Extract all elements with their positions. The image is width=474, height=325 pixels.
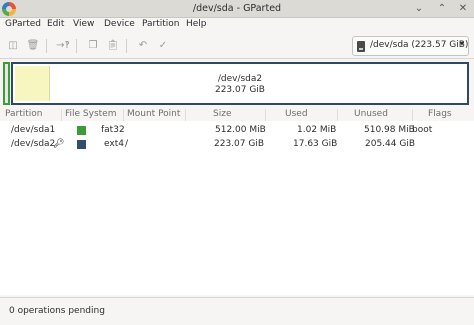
menu-device[interactable]: Device [104,19,135,29]
menu-view[interactable]: View [73,19,94,29]
used-cell: 17.63 GiB [293,139,338,149]
toolbar-separator [46,39,47,53]
toolbar-separator [76,39,77,53]
undo-icon[interactable]: ↶ [134,37,152,55]
size-cell: 512.00 MiB [215,125,266,135]
column-header-unused[interactable]: Unused [338,109,413,121]
table-row[interactable]: /dev/sda2 🔑︎ ext4 / 223.07 GiB 17.63 GiB… [0,137,474,151]
menu-bar: GParted Edit View Device Partition Help [0,18,474,33]
partition-table: /dev/sda1 fat32 512.00 MiB 1.02 MiB 510.… [0,121,474,295]
delete-partition-icon[interactable]: 🗑︎ [24,37,42,55]
menu-help[interactable]: Help [186,19,207,29]
title-bar: /dev/sda - GParted ⌄ ⌃ ✕ [0,0,474,18]
disk-map: /dev/sda2 223.07 GiB [0,59,474,108]
filesystem-color-swatch [77,140,86,149]
menu-partition[interactable]: Partition [142,19,180,29]
minimize-icon[interactable]: ⌄ [411,1,427,17]
disk-icon [357,41,365,52]
status-bar: 0 operations pending [0,297,474,325]
status-text: 0 operations pending [9,306,105,316]
size-cell: 223.07 GiB [214,139,265,149]
chevron-down-icon: ▾ [459,39,464,48]
apply-icon[interactable]: ✓ [154,37,172,55]
maximize-icon[interactable]: ⌃ [434,1,450,17]
column-header-size[interactable]: Size [186,109,266,121]
paste-icon[interactable]: 📋︎ [104,37,122,55]
disk-map-partition-sda2[interactable]: /dev/sda2 223.07 GiB [11,62,469,105]
column-header-flags[interactable]: Flags [413,109,474,121]
disk-map-partition-size: 223.07 GiB [214,85,265,95]
table-row[interactable]: /dev/sda1 fat32 512.00 MiB 1.02 MiB 510.… [0,123,474,137]
column-header-filesystem[interactable]: File System [62,109,124,121]
partition-cell: /dev/sda2 [11,139,56,149]
used-cell: 1.02 MiB [297,125,337,135]
resize-move-icon[interactable]: →‽ [54,37,72,55]
device-selector-label: /dev/sda (223.57 GiB) [370,40,469,50]
menu-edit[interactable]: Edit [47,19,64,29]
filesystem-cell: fat32 [101,125,125,135]
mount-point-cell: / [125,139,129,149]
window-title: /dev/sda - GParted [192,3,282,14]
unused-cell: 510.98 MiB [364,125,415,135]
filesystem-color-swatch [77,126,86,135]
column-header-used[interactable]: Used [266,109,338,121]
column-header-mount-point[interactable]: Mount Point [124,109,186,121]
flags-cell: boot [412,125,433,135]
unused-cell: 205.44 GiB [365,139,416,149]
menu-gparted[interactable]: GParted [5,19,41,29]
partition-cell: /dev/sda1 [11,125,56,135]
new-partition-icon[interactable]: ◫ [4,37,22,55]
copy-icon[interactable]: ❐ [84,37,102,55]
filesystem-cell: ext4 [104,139,124,149]
disk-map-partition-name: /dev/sda2 [217,74,263,84]
device-selector[interactable]: /dev/sda (223.57 GiB) ▾ [352,36,469,56]
close-icon[interactable]: ✕ [455,1,471,17]
lock-icon: 🔑︎ [53,139,65,149]
partition-table-header: Partition File System Mount Point Size U… [0,109,474,121]
toolbar-separator [126,39,127,53]
disk-map-partition-sda1[interactable] [3,62,10,105]
column-header-partition[interactable]: Partition [0,109,62,121]
